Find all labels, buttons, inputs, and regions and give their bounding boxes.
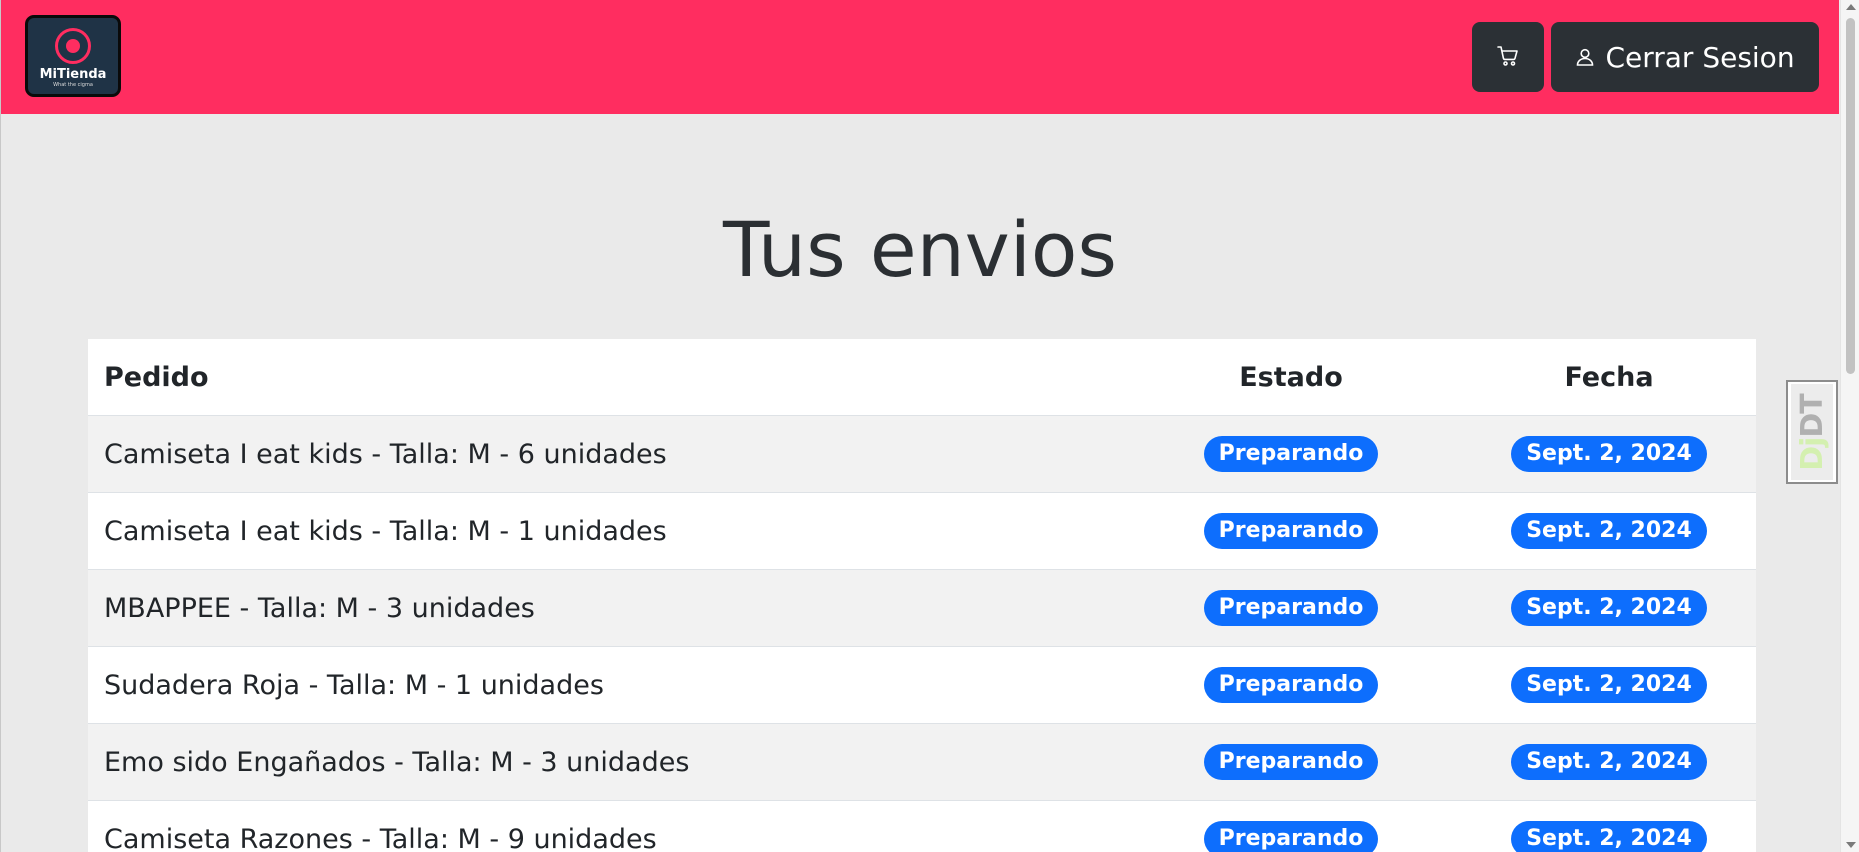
user-icon	[1575, 41, 1595, 74]
cart-button[interactable]	[1472, 22, 1544, 92]
table-row: Camiseta I eat kids - Talla: M - 1 unida…	[88, 492, 1756, 570]
navbar: MiTienda What the cigma Cerrar Sesion	[1, 0, 1839, 114]
status-badge: Preparando	[1203, 821, 1379, 852]
order-cell: Sudadera Roja - Talla: M - 1 unidades	[88, 646, 1120, 724]
date-badge: Sept. 2, 2024	[1511, 821, 1707, 852]
date-badge: Sept. 2, 2024	[1511, 513, 1707, 549]
order-cell: Camiseta I eat kids - Talla: M - 1 unida…	[88, 492, 1120, 570]
debug-toolbar-label-dj: Dj	[1794, 437, 1830, 471]
status-badge: Preparando	[1203, 667, 1379, 703]
logo-mark-center	[66, 38, 80, 53]
logo-mark-icon	[55, 27, 91, 64]
page-scrollbar[interactable]	[1840, 0, 1859, 852]
status-badge: Preparando	[1203, 513, 1379, 549]
date-cell: Sept. 2, 2024	[1462, 723, 1756, 801]
order-cell: Emo sido Engañados - Talla: M - 3 unidad…	[88, 723, 1120, 801]
status-badge: Preparando	[1203, 744, 1379, 780]
date-cell: Sept. 2, 2024	[1462, 415, 1756, 493]
status-cell: Preparando	[1120, 800, 1462, 852]
store-logo[interactable]: MiTienda What the cigma	[25, 15, 121, 97]
status-cell: Preparando	[1120, 569, 1462, 647]
date-badge: Sept. 2, 2024	[1511, 590, 1707, 626]
date-cell: Sept. 2, 2024	[1462, 569, 1756, 647]
page-title: Tus envios	[723, 205, 1117, 294]
date-cell: Sept. 2, 2024	[1462, 800, 1756, 852]
shopping-cart-icon	[1496, 44, 1520, 71]
header-status: Estado	[1120, 339, 1462, 416]
table-row: Sudadera Roja - Talla: M - 1 unidades Pr…	[88, 646, 1756, 724]
date-badge: Sept. 2, 2024	[1511, 667, 1707, 703]
table-row: Camiseta I eat kids - Talla: M - 6 unida…	[88, 415, 1756, 493]
table-row: Emo sido Engañados - Talla: M - 3 unidad…	[88, 723, 1756, 801]
debug-toolbar-handle[interactable]: DjDT	[1786, 380, 1838, 484]
logo-name: MiTienda	[39, 66, 107, 82]
status-badge: Preparando	[1203, 590, 1379, 626]
debug-toolbar-label: DjDT	[1795, 394, 1830, 471]
page: MiTienda What the cigma Cerrar Sesion Tu…	[0, 0, 1859, 852]
header-date: Fecha	[1462, 339, 1756, 416]
order-cell: MBAPPEE - Talla: M - 3 unidades	[88, 569, 1120, 647]
logo-tagline: What the cigma	[53, 81, 93, 88]
date-badge: Sept. 2, 2024	[1511, 436, 1707, 472]
table-row: Camiseta Razones - Talla: M - 9 unidades…	[88, 800, 1756, 852]
scroll-thumb[interactable]	[1846, 18, 1855, 374]
logout-button[interactable]: Cerrar Sesion	[1551, 22, 1819, 92]
logout-label: Cerrar Sesion	[1605, 40, 1795, 74]
date-badge: Sept. 2, 2024	[1511, 744, 1707, 780]
shipments-table: Pedido Estado Fecha Camiseta I eat kids …	[88, 339, 1756, 852]
status-cell: Preparando	[1120, 646, 1462, 724]
table-row: MBAPPEE - Talla: M - 3 unidades Preparan…	[88, 569, 1756, 647]
date-cell: Sept. 2, 2024	[1462, 492, 1756, 570]
debug-toolbar-label-dt: DT	[1794, 393, 1830, 438]
order-cell: Camiseta Razones - Talla: M - 9 unidades	[88, 800, 1120, 852]
status-cell: Preparando	[1120, 723, 1462, 801]
scroll-down-arrow-icon[interactable]	[1846, 842, 1856, 848]
scroll-up-arrow-icon[interactable]	[1846, 4, 1856, 10]
order-cell: Camiseta I eat kids - Talla: M - 6 unida…	[88, 415, 1120, 493]
status-badge: Preparando	[1203, 436, 1379, 472]
debug-toolbar-handle-inner: DjDT	[1791, 384, 1833, 480]
table-header-row: Pedido Estado Fecha	[88, 339, 1756, 416]
status-cell: Preparando	[1120, 492, 1462, 570]
status-cell: Preparando	[1120, 415, 1462, 493]
header-order: Pedido	[88, 339, 1120, 416]
date-cell: Sept. 2, 2024	[1462, 646, 1756, 724]
